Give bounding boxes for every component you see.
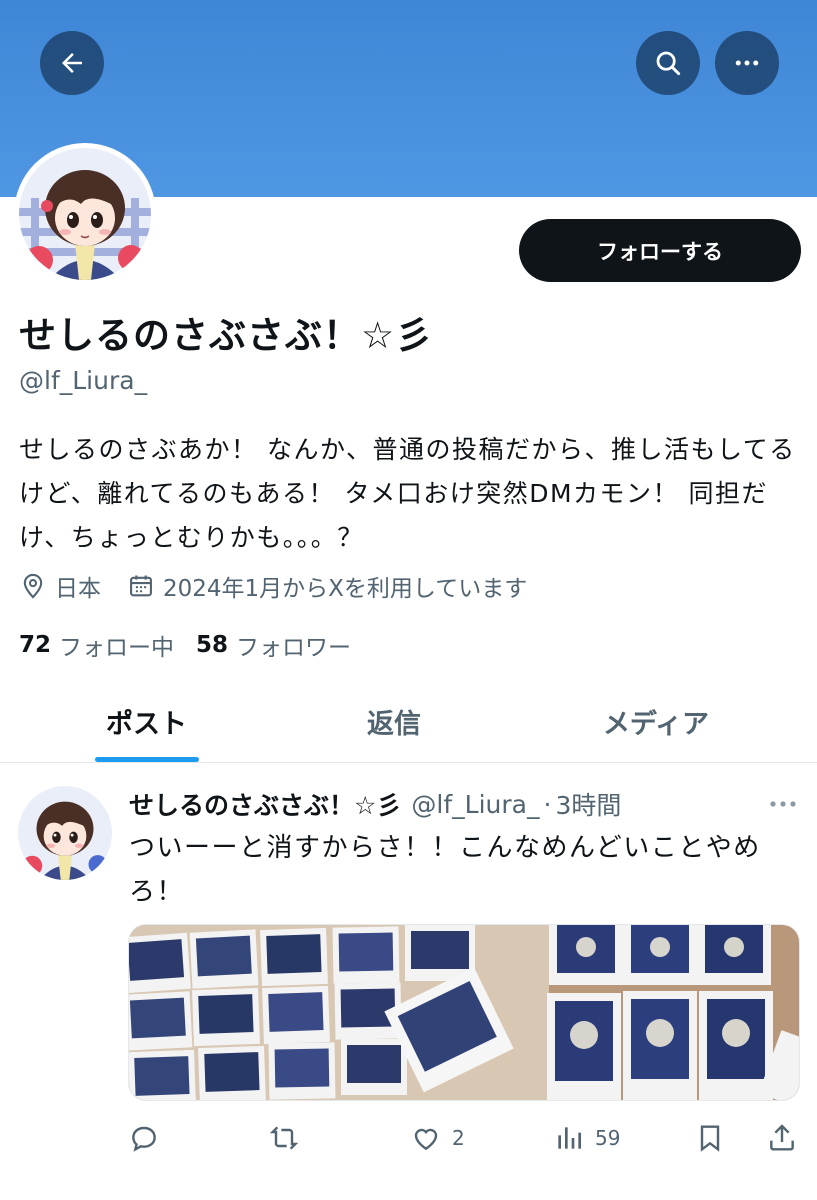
heart-icon bbox=[414, 1128, 438, 1151]
follow-counts: 72 フォロー中 58 フォロワー bbox=[19, 627, 351, 663]
profile-avatar[interactable] bbox=[14, 143, 156, 285]
views-chart-icon bbox=[558, 1127, 581, 1149]
post-author-handle[interactable]: @lf_Liura_ bbox=[411, 790, 539, 819]
tab-posts[interactable]: ポスト bbox=[0, 680, 293, 762]
active-tab-indicator bbox=[94, 757, 199, 762]
following-label[interactable]: フォロー中 bbox=[59, 628, 174, 662]
followers-count[interactable]: 58 bbox=[196, 632, 228, 658]
post-text: ついーーと消すからさ！！こんなめんどいことやめろ！ bbox=[129, 833, 761, 907]
share-button[interactable] bbox=[766, 1116, 798, 1160]
avatar-illustration bbox=[18, 786, 112, 880]
views-count: 59 bbox=[595, 1126, 621, 1150]
profile-tabs: ポスト 返信 メディア bbox=[0, 680, 817, 763]
tab-media[interactable]: メディア bbox=[495, 680, 817, 762]
reply-icon bbox=[132, 1126, 156, 1152]
search-button[interactable] bbox=[636, 31, 700, 95]
profile-handle: @lf_Liura_ bbox=[19, 366, 148, 395]
follow-button[interactable]: フォローする bbox=[519, 219, 801, 282]
post-actions: 2 59 bbox=[128, 1116, 800, 1160]
tab-media-label: メディア bbox=[602, 708, 710, 740]
bookmark-icon bbox=[700, 1125, 720, 1152]
profile-display-name: せしるのさぶさぶ！☆彡 bbox=[19, 314, 434, 357]
polaroid-grid-left bbox=[129, 925, 514, 1100]
like-button[interactable]: 2 bbox=[410, 1116, 465, 1160]
followers-label[interactable]: フォロワー bbox=[236, 628, 351, 662]
share-icon bbox=[770, 1124, 794, 1151]
post-timestamp[interactable]: 3時間 bbox=[555, 786, 621, 822]
post-item[interactable]: せしるのさぶさぶ！☆彡 @lf_Liura_ · 3時間 ついーーと消すからさ！… bbox=[0, 764, 817, 1200]
repost-button[interactable] bbox=[268, 1116, 300, 1160]
like-count: 2 bbox=[452, 1126, 465, 1150]
more-button[interactable] bbox=[715, 31, 779, 95]
following-count[interactable]: 72 bbox=[19, 632, 51, 658]
profile-location: 日本 bbox=[55, 576, 101, 602]
post-author-avatar[interactable] bbox=[18, 786, 112, 880]
post-photo-illustration bbox=[129, 925, 799, 1100]
repost-icon bbox=[269, 1126, 299, 1150]
search-icon bbox=[656, 51, 681, 76]
post-author-name[interactable]: せしるのさぶさぶ！☆彡 bbox=[129, 786, 401, 822]
post-more-icon[interactable] bbox=[765, 790, 801, 818]
profile-bio: せしるのさぶあか！ なんか、普通の投稿だから、推し活もしてるけど、離れてるのもあ… bbox=[19, 435, 796, 552]
post-header: せしるのさぶさぶ！☆彡 @lf_Liura_ · 3時間 bbox=[129, 782, 621, 826]
post-separator: · bbox=[543, 789, 552, 819]
back-button[interactable] bbox=[40, 31, 104, 95]
profile-joined-date: 2024年1月からXを利用しています bbox=[163, 576, 528, 602]
avatar-illustration bbox=[19, 148, 151, 280]
calendar-icon bbox=[130, 575, 152, 597]
reply-button[interactable] bbox=[128, 1116, 160, 1160]
bookmark-button[interactable] bbox=[694, 1116, 726, 1160]
tab-replies[interactable]: 返信 bbox=[293, 680, 495, 762]
tab-replies-label: 返信 bbox=[367, 708, 421, 740]
arrow-left-icon bbox=[62, 53, 82, 73]
tab-posts-label: ポスト bbox=[106, 708, 187, 740]
more-horizontal-icon bbox=[735, 60, 759, 66]
profile-meta: 日本 2024年1月からXを利用しています bbox=[19, 568, 527, 604]
post-image[interactable] bbox=[128, 924, 800, 1101]
views-button[interactable]: 59 bbox=[553, 1116, 620, 1160]
location-pin-icon bbox=[23, 573, 43, 599]
